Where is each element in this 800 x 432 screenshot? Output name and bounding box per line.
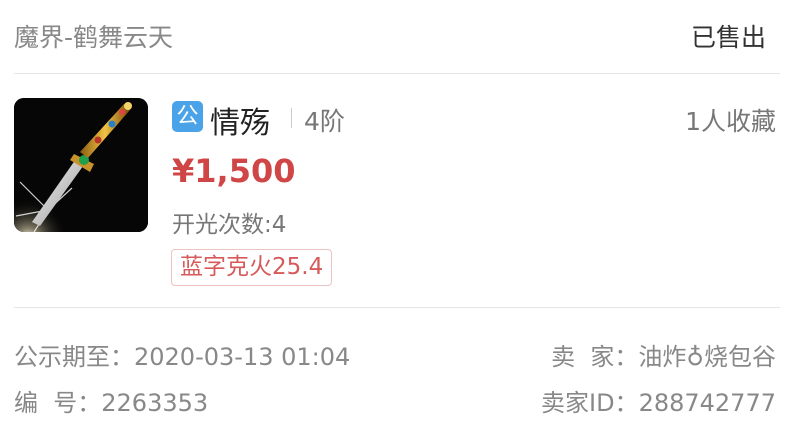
sword-icon[interactable] [14,98,148,232]
item-number: 编 号：2263353 [14,383,208,418]
item-tier: 4阶 [304,107,345,136]
seller-label: 卖 家： [551,343,639,371]
public-badge: 公 [172,101,203,132]
favorite-count[interactable]: 1人收藏 [685,102,776,138]
number-label: 编 号： [14,389,102,417]
sold-status: 已售出 [690,23,766,52]
number-value: 2263353 [101,389,209,417]
refine-value: 4 [271,212,287,238]
attribute-tag: 蓝字克火25.4 [171,249,333,286]
refine-label: 开光次数: [172,212,272,238]
sword-icon-graphic [14,98,148,232]
seller-name[interactable]: 油炸♁烧包谷 [638,343,776,371]
divider [14,307,780,308]
publicity-label: 公示期至： [14,343,134,371]
price: ¥1,500 [172,152,296,190]
publicity-value: 2020-03-13 01:04 [134,343,351,371]
publicity-period: 公示期至：2020-03-13 01:04 [14,337,350,372]
listing-header: 魔界-鹤舞云天 已售出 [0,0,800,72]
seller-id-label: 卖家ID： [541,389,639,417]
item-name[interactable]: 情殇 [210,98,270,142]
divider [14,73,780,74]
seller-id-value: 288742777 [638,389,776,417]
seller-id: 卖家ID：288742777 [541,383,776,418]
name-separator [291,108,292,128]
seller[interactable]: 卖 家：油炸♁烧包谷 [551,337,776,372]
refine-count: 开光次数:4 [172,205,286,239]
server-name: 魔界-鹤舞云天 [14,23,174,52]
